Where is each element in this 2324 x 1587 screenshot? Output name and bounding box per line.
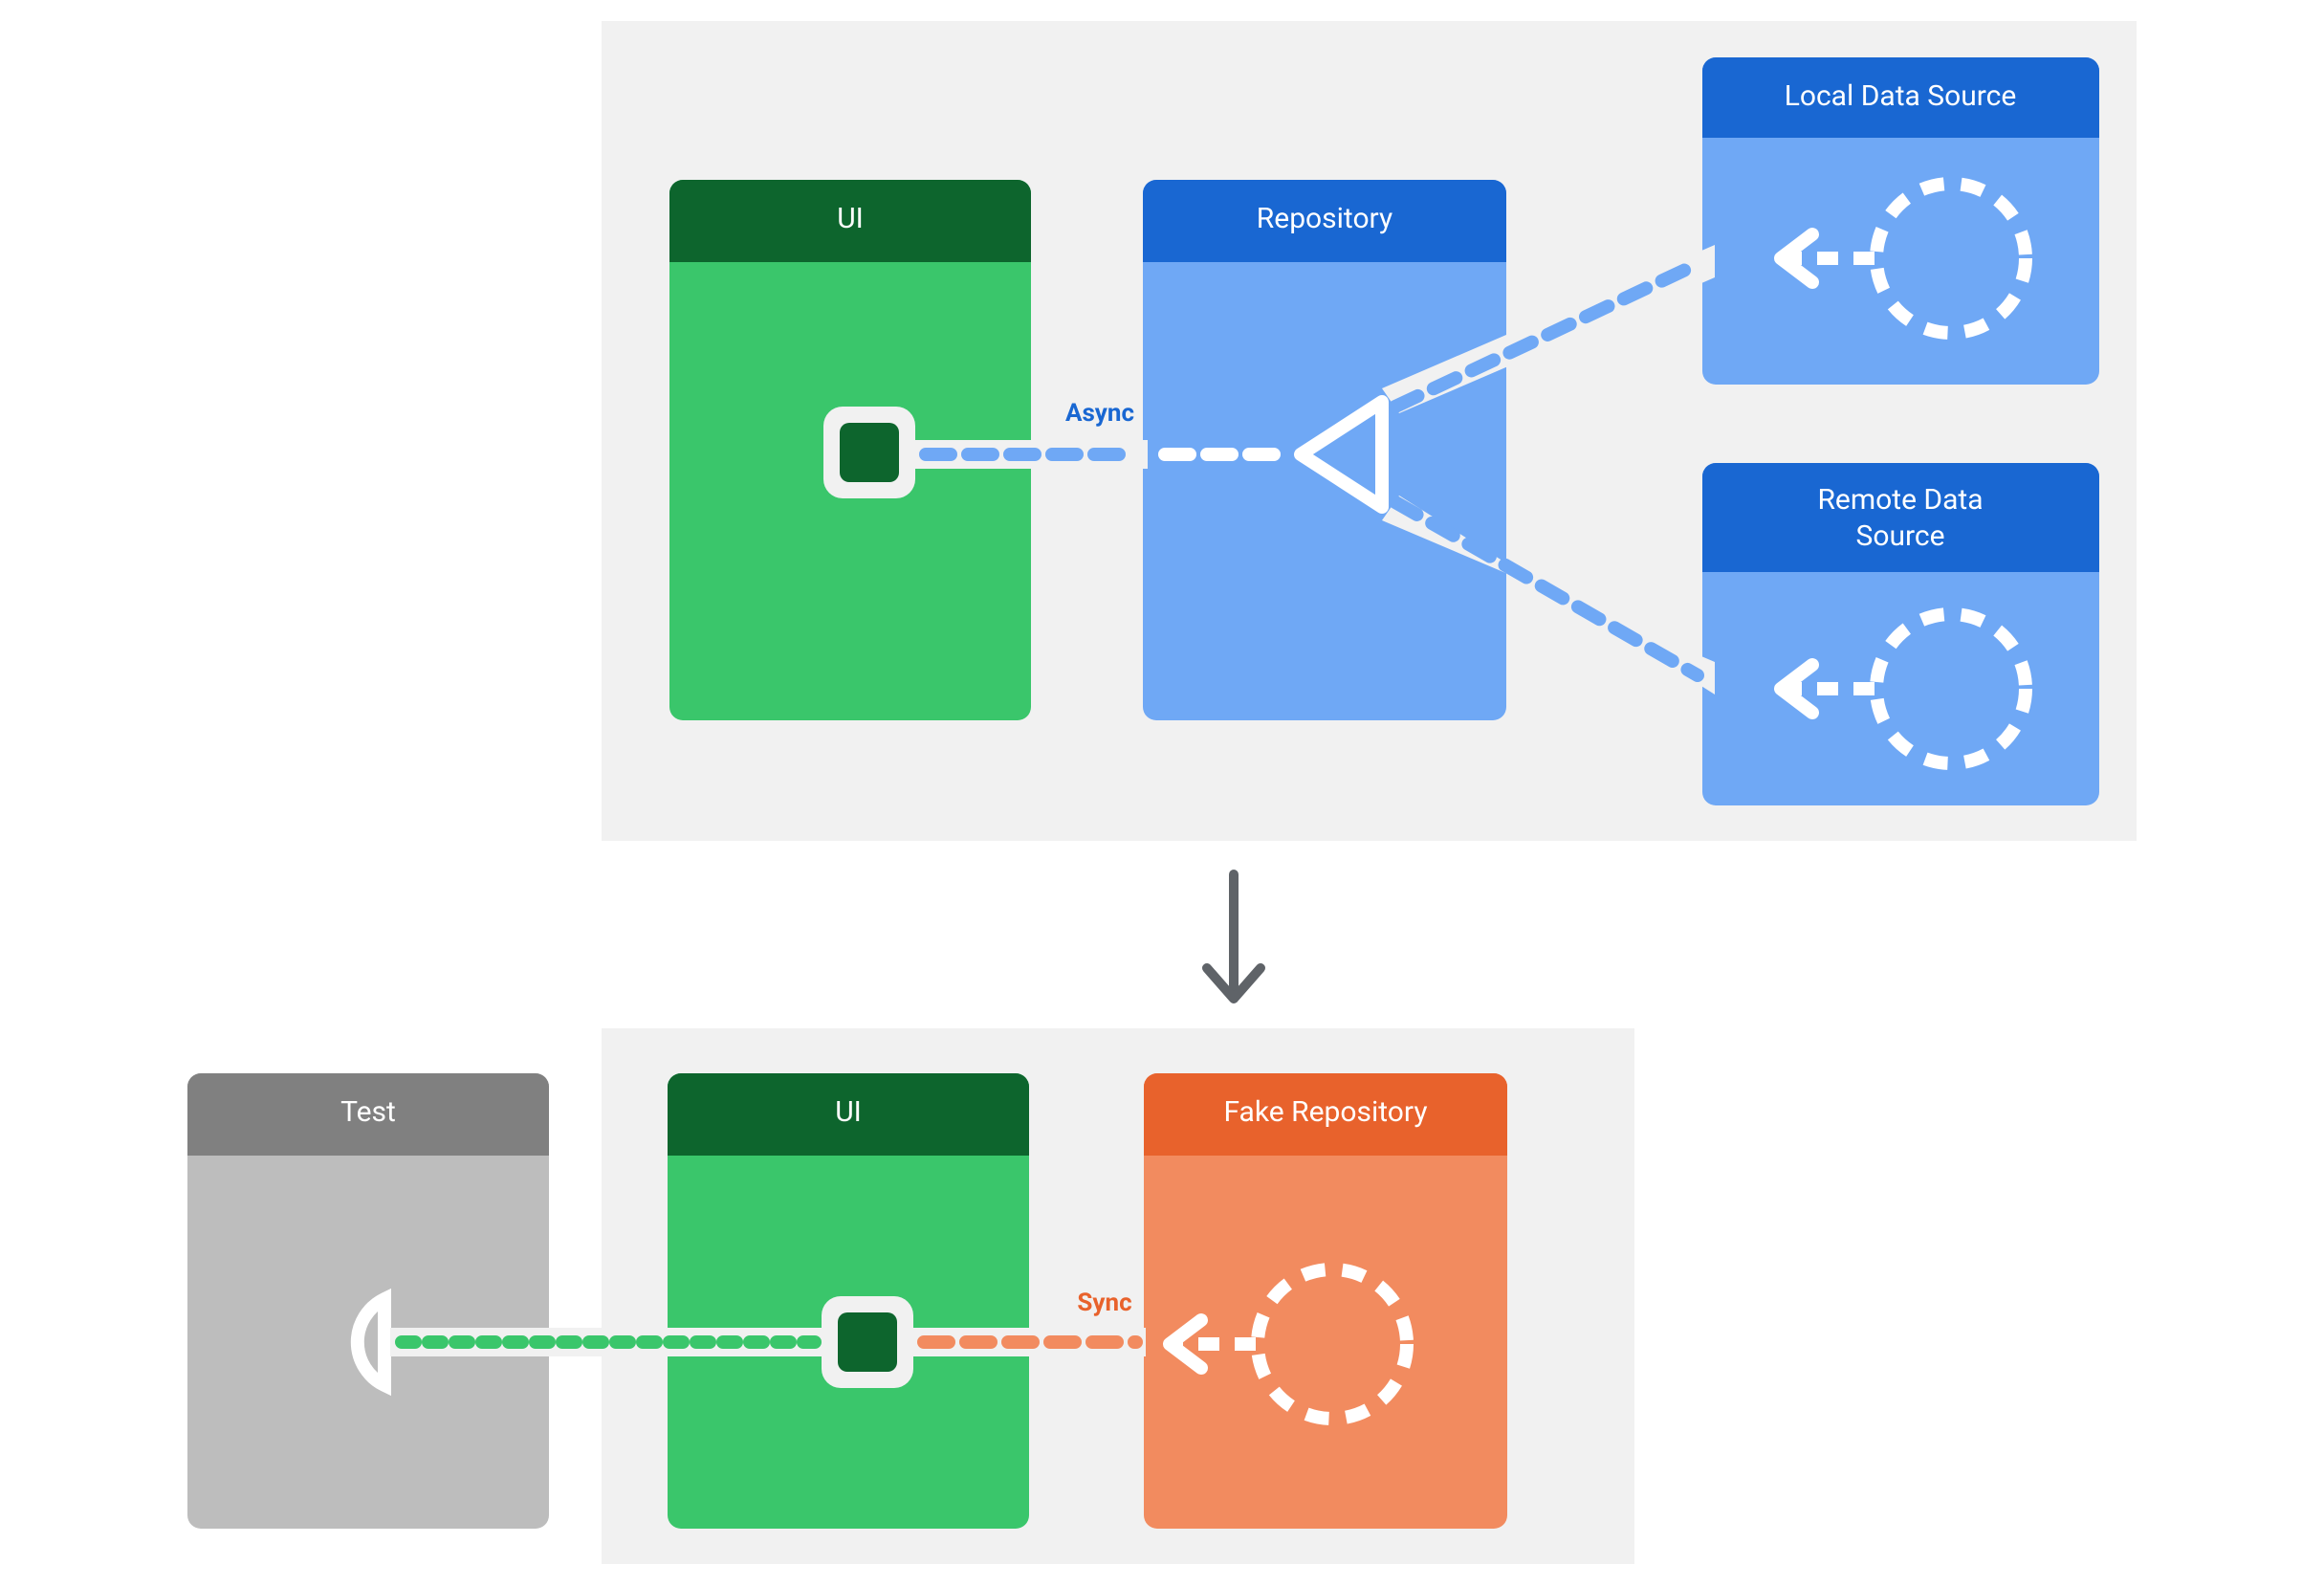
architecture-diagram: UI Repository Local Data Source Remote D…: [0, 0, 2324, 1587]
async-label: Async: [1065, 399, 1134, 428]
repository-title: Repository: [1257, 202, 1392, 235]
test-title: Test: [340, 1095, 396, 1129]
local-data-source-title: Local Data Source: [1785, 79, 2017, 113]
local-data-source-box: Local Data Source: [1702, 57, 2099, 385]
ui-box-bottom: UI: [668, 1073, 1029, 1529]
remote-data-source-box: Remote Data Source: [1702, 463, 2099, 805]
ui-title-top: UI: [837, 202, 864, 235]
down-arrow-icon: [1207, 874, 1261, 999]
test-box: Test: [187, 1073, 549, 1529]
remote-data-source-title-l2: Source: [1856, 519, 1945, 553]
diagram-svg: UI Repository Local Data Source Remote D…: [0, 0, 2324, 1587]
sync-label: Sync: [1077, 1289, 1131, 1317]
ui-title-bottom: UI: [835, 1095, 862, 1129]
connector-test-ui: [390, 1328, 822, 1356]
remote-data-source-title-l1: Remote Data: [1817, 483, 1983, 517]
fake-repository-title: Fake Repository: [1223, 1095, 1427, 1129]
fake-repository-box: Fake Repository: [1144, 1073, 1507, 1529]
